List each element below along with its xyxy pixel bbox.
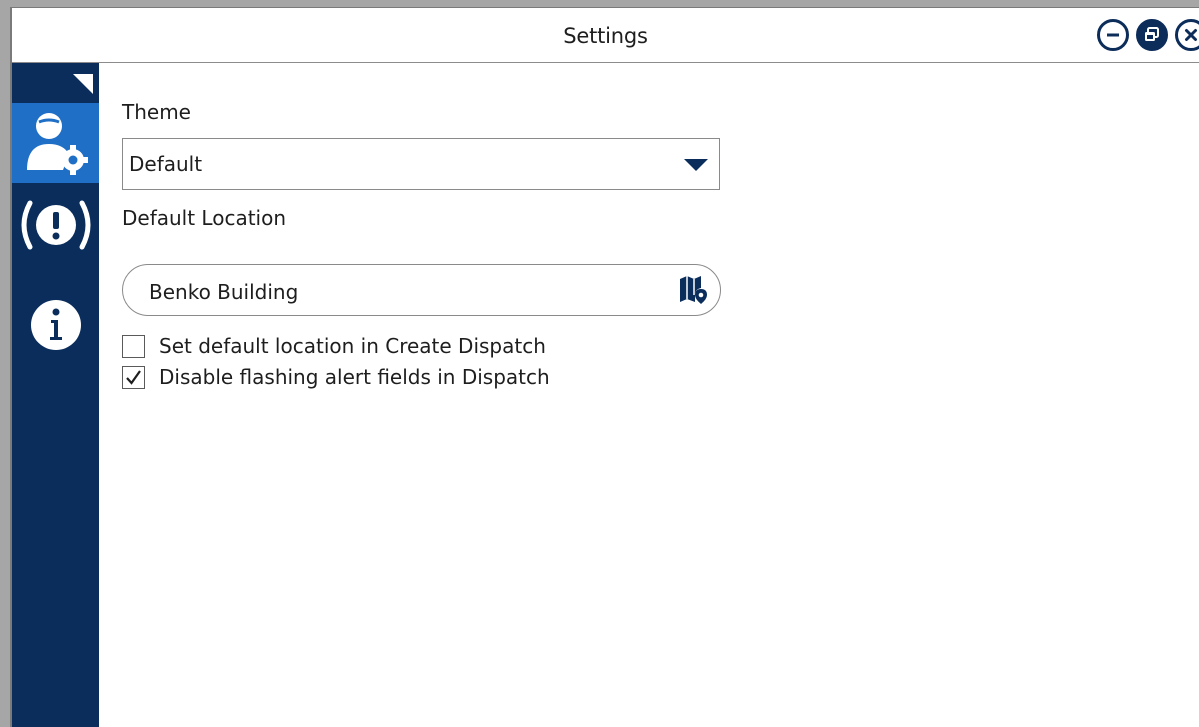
map-pin-icon [680,276,707,304]
map-location-button[interactable] [678,275,708,305]
title-bar: Settings [12,8,1199,63]
checkmark-icon [126,369,141,385]
default-location-value: Benko Building [149,280,299,304]
settings-panel: Theme Default Default Location Benko Bui… [99,63,1199,727]
alert-icon [21,200,90,250]
close-button[interactable] [1175,19,1199,51]
default-location-field[interactable]: Benko Building [122,264,721,316]
dropdown-arrow-icon [684,159,708,171]
close-icon [1185,29,1197,41]
set-default-location-checkbox[interactable] [122,334,145,358]
sidebar-item-info[interactable] [12,285,99,365]
disable-flashing-alerts-checkbox[interactable] [122,365,145,389]
theme-selected-value: Default [129,152,203,176]
disable-flashing-alerts-label: Disable flashing alert fields in Dispatc… [159,365,550,389]
window-controls [1097,19,1199,51]
default-location-label: Default Location [122,206,287,230]
disable-flashing-alerts-checkbox-row[interactable]: Disable flashing alert fields in Dispatc… [122,365,550,389]
user-settings-icon [26,113,88,175]
window-title: Settings [563,24,648,48]
collapse-icon[interactable] [73,74,93,94]
restore-button[interactable] [1136,19,1168,51]
theme-dropdown[interactable]: Default [122,138,720,190]
minimize-button[interactable] [1097,19,1129,51]
sidebar-item-alerts[interactable] [12,185,99,265]
theme-label: Theme [122,100,191,124]
minimize-icon [1107,33,1119,37]
set-default-location-label: Set default location in Create Dispatch [159,334,546,358]
sidebar-item-user-settings[interactable] [12,103,99,183]
info-icon [30,300,81,350]
set-default-location-checkbox-row[interactable]: Set default location in Create Dispatch [122,334,546,358]
restore-icon [1145,27,1159,41]
settings-window: Settings Theme Default Default Location … [10,7,1199,727]
sidebar [12,63,99,727]
